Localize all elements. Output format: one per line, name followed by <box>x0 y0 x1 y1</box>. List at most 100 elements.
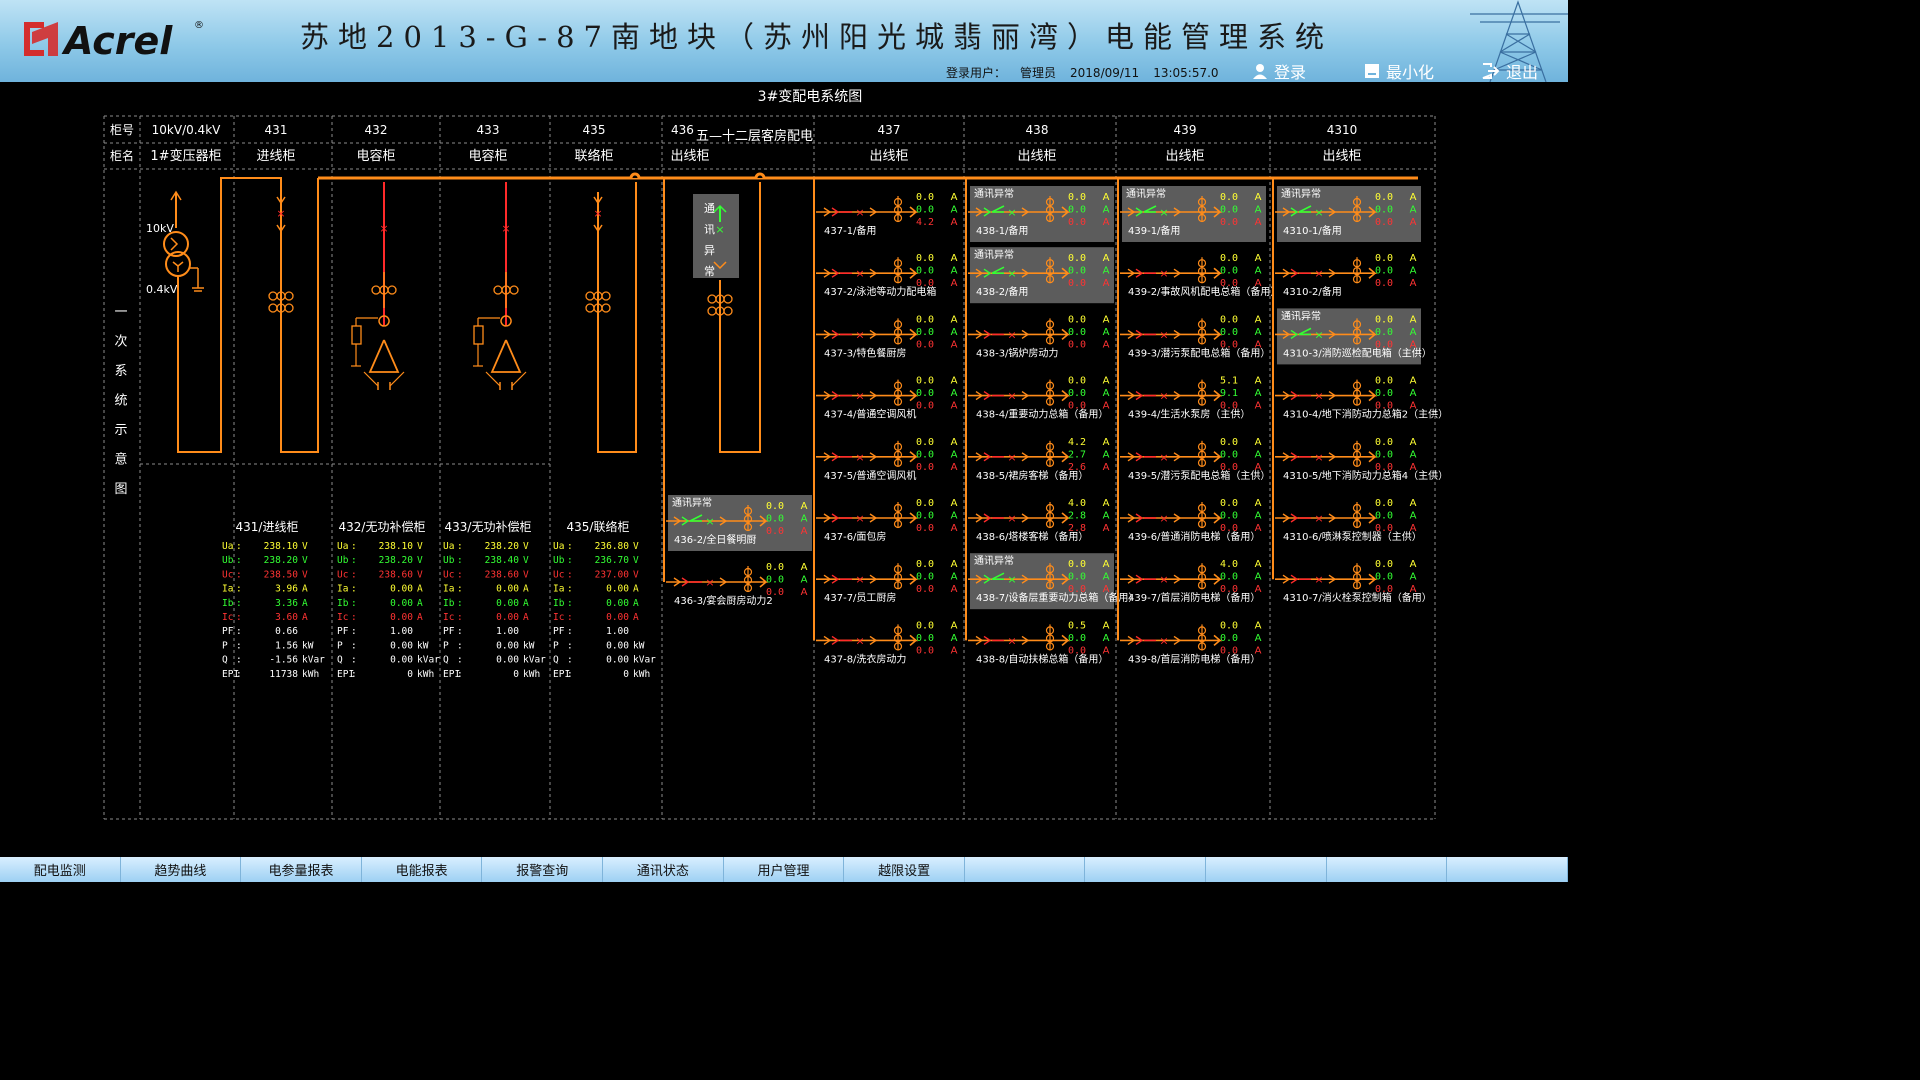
meter-unit: kW <box>417 640 429 651</box>
breaker-x-icon: × <box>1314 512 1323 525</box>
feeder-label: 439-2/事故风机配电总箱（备用） <box>1128 285 1280 298</box>
meter-value: 238.20 <box>485 541 520 552</box>
meter-value: 0.00 <box>390 612 413 623</box>
cabinet-name: 出线柜 <box>1017 149 1056 164</box>
feeder-current-unit: A <box>1103 253 1110 264</box>
meter-value: 0.00 <box>390 640 413 651</box>
feeder-label: 439-1/备用 <box>1128 224 1180 237</box>
wye-symbol-icon <box>172 261 184 267</box>
feeder-current-value: 0.0 <box>916 462 934 473</box>
current-transformer-icon <box>371 285 381 295</box>
feeder-current-value: 0.0 <box>1068 339 1086 350</box>
nav-tab[interactable]: 配电监测 <box>0 857 121 882</box>
feeder-current-unit: A <box>951 572 958 583</box>
minimize-button[interactable]: 最小化 <box>1364 59 1434 83</box>
feeder-current-unit: A <box>951 205 958 216</box>
meter-colon: : <box>351 541 357 552</box>
feeder-current-unit: A <box>1103 620 1110 631</box>
current-transformer-icon <box>723 294 733 304</box>
meter-value: 238.20 <box>264 555 299 566</box>
incoming-line <box>177 177 319 453</box>
arrow-icon <box>1056 451 1071 463</box>
cabinet-number: 432 <box>365 123 388 137</box>
feeder-current-value: 0.0 <box>1220 620 1238 631</box>
breaker-x-icon: × <box>1159 267 1168 280</box>
meter-unit: V <box>523 569 529 580</box>
meter-key: Ib <box>443 598 455 609</box>
cabinet-name: 出线柜 <box>670 149 709 164</box>
feeder-current-unit: A <box>1255 327 1262 338</box>
feeder-current-value: 0.0 <box>1220 205 1238 216</box>
nav-tab[interactable]: 报警查询 <box>482 857 604 882</box>
feeder-current-unit: A <box>1410 572 1417 583</box>
arrow-icon <box>904 389 919 402</box>
meter-value: 0.66 <box>275 626 298 637</box>
feeder-label: 436-2/全日餐明厨 <box>674 533 756 546</box>
feeder-current-unit: A <box>1255 376 1262 387</box>
feeder-current-unit: A <box>1255 572 1262 583</box>
meter-colon: : <box>351 612 357 623</box>
cabinet-name: 出线柜 <box>869 149 908 164</box>
feeder-current-unit: A <box>1410 266 1417 277</box>
login-button[interactable]: 登录 <box>1252 59 1306 83</box>
current-transformer-icon <box>284 303 294 313</box>
nav-tab[interactable]: 通讯状态 <box>603 857 724 882</box>
feeder-current-unit: A <box>1255 266 1262 277</box>
feeder-current-unit: A <box>1410 217 1417 228</box>
feeder-current-unit: A <box>951 388 958 399</box>
current-transformer-icon <box>707 294 717 304</box>
feeder-current-value: 0.0 <box>916 388 934 399</box>
current-transformer-icon <box>493 285 503 295</box>
feeder-current-value: 0.0 <box>916 437 934 448</box>
current-transformer-icon <box>387 285 397 295</box>
breaker-x-icon: × <box>593 207 602 220</box>
meter-unit: kVar <box>523 655 546 666</box>
cabinet-name: 电容柜 <box>356 148 395 164</box>
feeder-label: 438-3/锅炉房动力 <box>976 346 1058 359</box>
arrow-icon <box>904 451 919 463</box>
meter-colon: : <box>457 612 463 623</box>
feeder-current-value: 0.0 <box>1220 314 1238 325</box>
nav-tab[interactable]: 用户管理 <box>724 857 845 882</box>
feeder-current-value: 0.0 <box>916 449 934 460</box>
side-label-char: 意 <box>114 452 127 468</box>
meter-colon: : <box>457 655 463 666</box>
feeder-current-value: 0.0 <box>1220 633 1238 644</box>
system-title: 苏地2013-G-87南地块（苏州阳光城翡丽湾）电能管理系统 <box>300 20 1334 54</box>
feeder-current-value: 0.0 <box>1068 253 1086 264</box>
meter-colon: : <box>351 569 357 580</box>
meter-unit: V <box>302 569 308 580</box>
nav-tab[interactable]: 趋势曲线 <box>121 857 242 882</box>
feeder-current-unit: A <box>1255 192 1262 203</box>
nav-tab[interactable]: 越限设置 <box>844 857 965 882</box>
meter-key: Ia <box>443 584 454 595</box>
exit-button[interactable]: 退出 <box>1482 59 1538 83</box>
feeder-current-unit: A <box>1103 339 1110 350</box>
breaker-x-icon: × <box>1159 634 1168 647</box>
meter-colon: : <box>567 541 573 552</box>
meter-colon: : <box>236 612 242 623</box>
breaker-x-icon: × <box>1159 451 1168 464</box>
meter-value: 236.70 <box>595 555 630 566</box>
header-bar: Acrel ® 苏地2013-G-87南地块（苏州阳光城翡丽湾）电能管理系统 登… <box>0 0 1568 82</box>
nav-tab[interactable]: 电能报表 <box>362 857 483 882</box>
feeder-current-unit: A <box>1103 437 1110 448</box>
meter-key: P <box>443 640 449 651</box>
feeder-current-value: 0.0 <box>916 572 934 583</box>
bottom-navigation: 配电监测 趋势曲线 电参量报表 电能报表 报警查询 通讯状态 用户管理 越限设置 <box>0 857 1568 882</box>
breaker-x-icon: × <box>705 576 714 589</box>
current-transformer-icon <box>284 291 294 301</box>
cabinet-name: 联络柜 <box>574 148 613 164</box>
comm-abnormal-label: 通讯异常 <box>1281 187 1321 200</box>
nav-tab[interactable]: 电参量报表 <box>241 857 362 882</box>
meter-unit: V <box>417 555 423 566</box>
feeder-current-value: 0.0 <box>1220 437 1238 448</box>
feeder-current-value: 0.0 <box>1375 266 1393 277</box>
feeder-current-value: 0.0 <box>1220 217 1238 228</box>
feeder-label: 437-1/备用 <box>824 224 876 237</box>
meter-colon: : <box>351 584 357 595</box>
transformer-lv-label: 0.4kV <box>146 283 178 296</box>
breaker-x-icon: × <box>715 223 724 236</box>
meter-unit: A <box>523 584 529 595</box>
feeder-current-value: 4.2 <box>916 217 934 228</box>
